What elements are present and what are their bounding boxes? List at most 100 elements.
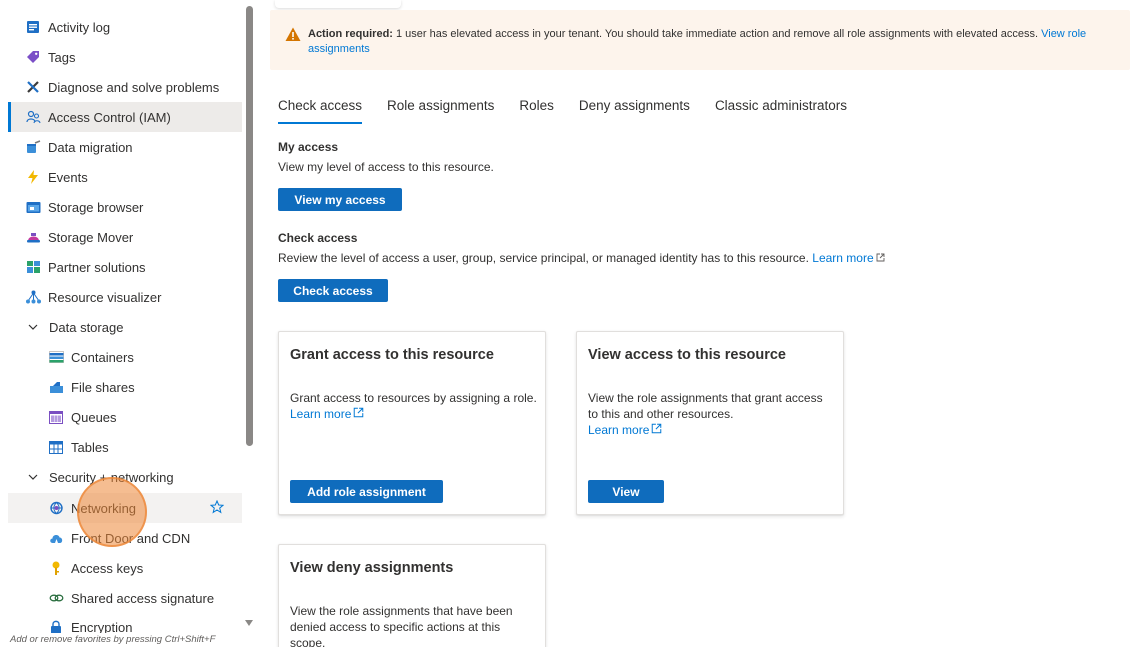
sidebar-item-label: Encryption <box>71 620 133 633</box>
sidebar-item-containers[interactable]: Containers <box>8 342 242 372</box>
external-link-icon <box>353 406 364 418</box>
data-migration-icon <box>25 139 41 155</box>
my-access-title: My access <box>278 140 339 154</box>
tab-deny-assignments[interactable]: Deny assignments <box>579 98 690 124</box>
sidebar-item-label: Containers <box>71 349 134 365</box>
grant-access-learn-more-link[interactable]: Learn more <box>290 407 351 421</box>
activity-log-icon <box>25 19 41 35</box>
sidebar-item-label: Access keys <box>71 560 144 576</box>
tag-icon <box>25 49 41 65</box>
sidebar-item-resource-visualizer[interactable]: Resource visualizer <box>8 282 242 312</box>
sidebar-item-label: Security + networking <box>49 469 174 485</box>
sidebar-item-label: Tags <box>48 49 76 65</box>
sidebar-group-data-storage[interactable]: Data storage <box>8 312 242 342</box>
check-access-button[interactable]: Check access <box>278 279 388 302</box>
external-link-icon <box>651 422 662 434</box>
tab-role-assignments[interactable]: Role assignments <box>387 98 494 124</box>
sidebar-item-label: Data storage <box>49 319 124 335</box>
chevron-down-icon <box>27 471 39 483</box>
check-access-title: Check access <box>278 231 358 245</box>
tab-roles[interactable]: Roles <box>519 98 554 124</box>
sidebar-item-label: Networking <box>71 500 137 516</box>
check-access-desc-text: Review the level of access a user, group… <box>278 251 809 265</box>
check-access-desc: Review the level of access a user, group… <box>278 251 885 265</box>
star-icon[interactable] <box>209 499 225 514</box>
view-access-card: View access to this resource View the ro… <box>576 331 844 515</box>
sidebar-item-label: Resource visualizer <box>48 289 162 305</box>
grant-access-card-desc: Grant access to resources by assigning a… <box>290 390 540 422</box>
banner-message: Action required: 1 user has elevated acc… <box>308 27 1108 57</box>
sidebar-item-diagnose[interactable]: Diagnose and solve problems <box>8 72 242 102</box>
grant-access-card-title: Grant access to this resource <box>290 347 494 363</box>
wrench-icon <box>25 79 41 95</box>
view-deny-assignments-card: View deny assignments View the role assi… <box>278 544 546 647</box>
sidebar-group-security-networking[interactable]: Security + networking <box>8 462 242 492</box>
file-shares-icon <box>48 379 64 395</box>
view-access-card-title: View access to this resource <box>588 347 787 363</box>
people-icon <box>25 109 41 125</box>
sidebar-item-data-migration[interactable]: Data migration <box>8 132 242 162</box>
scroll-down-arrow-icon[interactable] <box>244 616 254 626</box>
sidebar-item-storage-browser[interactable]: Storage browser <box>8 192 242 222</box>
sidebar-item-access-keys[interactable]: Access keys <box>8 553 242 583</box>
sidebar-item-partner-solutions[interactable]: Partner solutions <box>8 252 242 282</box>
warning-icon <box>285 27 301 42</box>
sidebar-item-label: Storage browser <box>48 199 144 215</box>
resource-menu-sidebar: Activity log Tags Diagnose and solve pro… <box>0 0 258 647</box>
sidebar-item-shared-access-signature[interactable]: Shared access signature <box>8 583 242 613</box>
chevron-down-icon <box>27 321 39 333</box>
banner-bold: Action required: <box>308 28 393 40</box>
tables-icon <box>48 439 64 455</box>
tab-check-access[interactable]: Check access <box>278 98 363 124</box>
lightning-icon <box>25 169 41 185</box>
sidebar-item-label: Tables <box>71 439 109 455</box>
storage-mover-icon <box>25 229 41 245</box>
view-deny-assignments-card-desc: View the role assignments that have been… <box>290 604 513 647</box>
sidebar-item-label: Storage Mover <box>48 229 134 245</box>
sidebar-item-front-door-cdn[interactable]: Front Door and CDN <box>8 523 242 553</box>
sidebar-item-networking[interactable]: Networking <box>8 493 242 523</box>
sidebar-item-activity-log[interactable]: Activity log <box>8 12 242 42</box>
tab-classic-administrators[interactable]: Classic administrators <box>715 98 847 124</box>
sidebar-item-access-control[interactable]: Access Control (IAM) <box>8 102 242 132</box>
view-access-learn-more-link[interactable]: Learn more <box>588 423 649 437</box>
view-deny-assignments-card-title: View deny assignments <box>290 560 454 576</box>
sidebar-item-queues[interactable]: Queues <box>8 402 242 432</box>
sidebar-item-encryption[interactable]: Encryption <box>8 613 242 633</box>
sidebar-item-label: Front Door and CDN <box>71 530 191 546</box>
storage-browser-icon <box>25 199 41 215</box>
view-access-card-desc-text: View the role assignments that grant acc… <box>588 391 823 421</box>
check-access-learn-more-link[interactable]: Learn more <box>812 251 873 265</box>
external-link-icon <box>876 251 885 262</box>
containers-icon <box>48 349 64 365</box>
lock-icon <box>48 619 64 633</box>
add-role-assignment-button[interactable]: Add role assignment <box>290 480 443 503</box>
sidebar-item-events[interactable]: Events <box>8 162 242 192</box>
sidebar-item-label: Events <box>48 169 88 185</box>
grant-access-card: Grant access to this resource Grant acce… <box>278 331 546 515</box>
sidebar-scrollbar-thumb[interactable] <box>246 6 253 446</box>
iam-tabs: Check access Role assignments Roles Deny… <box>278 98 872 124</box>
view-button[interactable]: View <box>588 480 664 503</box>
sidebar-item-label: Diagnose and solve problems <box>48 79 220 95</box>
resource-visualizer-icon <box>25 289 41 305</box>
cloud-icon <box>48 530 64 546</box>
main-content: Action required: 1 user has elevated acc… <box>258 0 1142 647</box>
sidebar-item-label: Activity log <box>48 19 111 35</box>
sidebar-item-label: Access Control (IAM) <box>48 109 171 125</box>
view-my-access-button[interactable]: View my access <box>278 188 402 211</box>
grant-access-card-desc-text: Grant access to resources by assigning a… <box>290 391 537 405</box>
sidebar-item-storage-mover[interactable]: Storage Mover <box>8 222 242 252</box>
sidebar-item-tables[interactable]: Tables <box>8 432 242 462</box>
sidebar-item-label: Partner solutions <box>48 259 146 275</box>
favorites-hint: Add or remove favorites by pressing Ctrl… <box>10 634 216 645</box>
queues-icon <box>48 409 64 425</box>
partner-solutions-icon <box>25 259 41 275</box>
warning-banner: Action required: 1 user has elevated acc… <box>270 10 1130 70</box>
sidebar-item-label: Queues <box>71 409 117 425</box>
banner-text: 1 user has elevated access in your tenan… <box>392 28 1042 40</box>
sidebar-item-file-shares[interactable]: File shares <box>8 372 242 402</box>
my-access-desc: View my level of access to this resource… <box>278 160 494 174</box>
sidebar-item-tags[interactable]: Tags <box>8 42 242 72</box>
view-access-card-desc: View the role assignments that grant acc… <box>588 390 833 438</box>
